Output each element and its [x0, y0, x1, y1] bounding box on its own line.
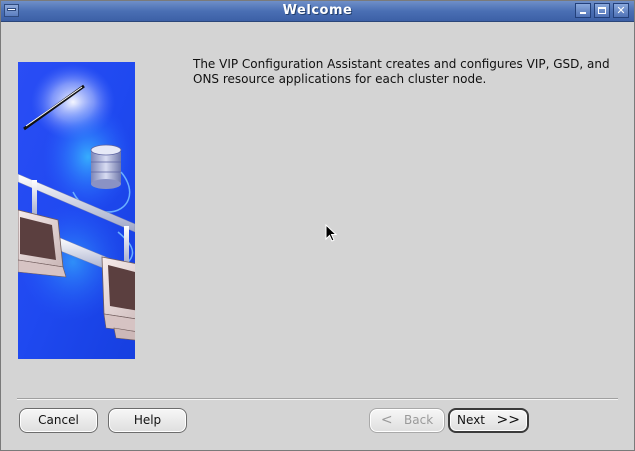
- next-arrow-icon: >>: [496, 412, 520, 428]
- cancel-button[interactable]: Cancel: [19, 408, 98, 433]
- help-button-label: Help: [133, 413, 162, 427]
- title-bar[interactable]: Welcome ✕: [1, 1, 634, 22]
- maximize-icon[interactable]: [594, 3, 610, 18]
- back-button[interactable]: < Back: [369, 408, 445, 433]
- cluster-illustration: [18, 62, 135, 359]
- window-title: Welcome: [282, 3, 353, 18]
- help-button[interactable]: Help: [108, 408, 187, 433]
- cancel-button-label: Cancel: [38, 413, 79, 427]
- back-button-label: Back: [404, 413, 434, 427]
- mouse-cursor-icon: [325, 224, 337, 242]
- back-arrow-icon: <: [380, 412, 393, 428]
- close-icon[interactable]: ✕: [613, 3, 629, 18]
- next-button[interactable]: Next >>: [448, 408, 529, 433]
- minimize-icon[interactable]: [575, 3, 591, 18]
- button-separator: [17, 398, 618, 400]
- next-button-label: Next: [457, 413, 486, 427]
- intro-description: The VIP Configuration Assistant creates …: [193, 57, 610, 86]
- welcome-window: Welcome ✕ The VIP Configuration Assistan…: [0, 0, 635, 451]
